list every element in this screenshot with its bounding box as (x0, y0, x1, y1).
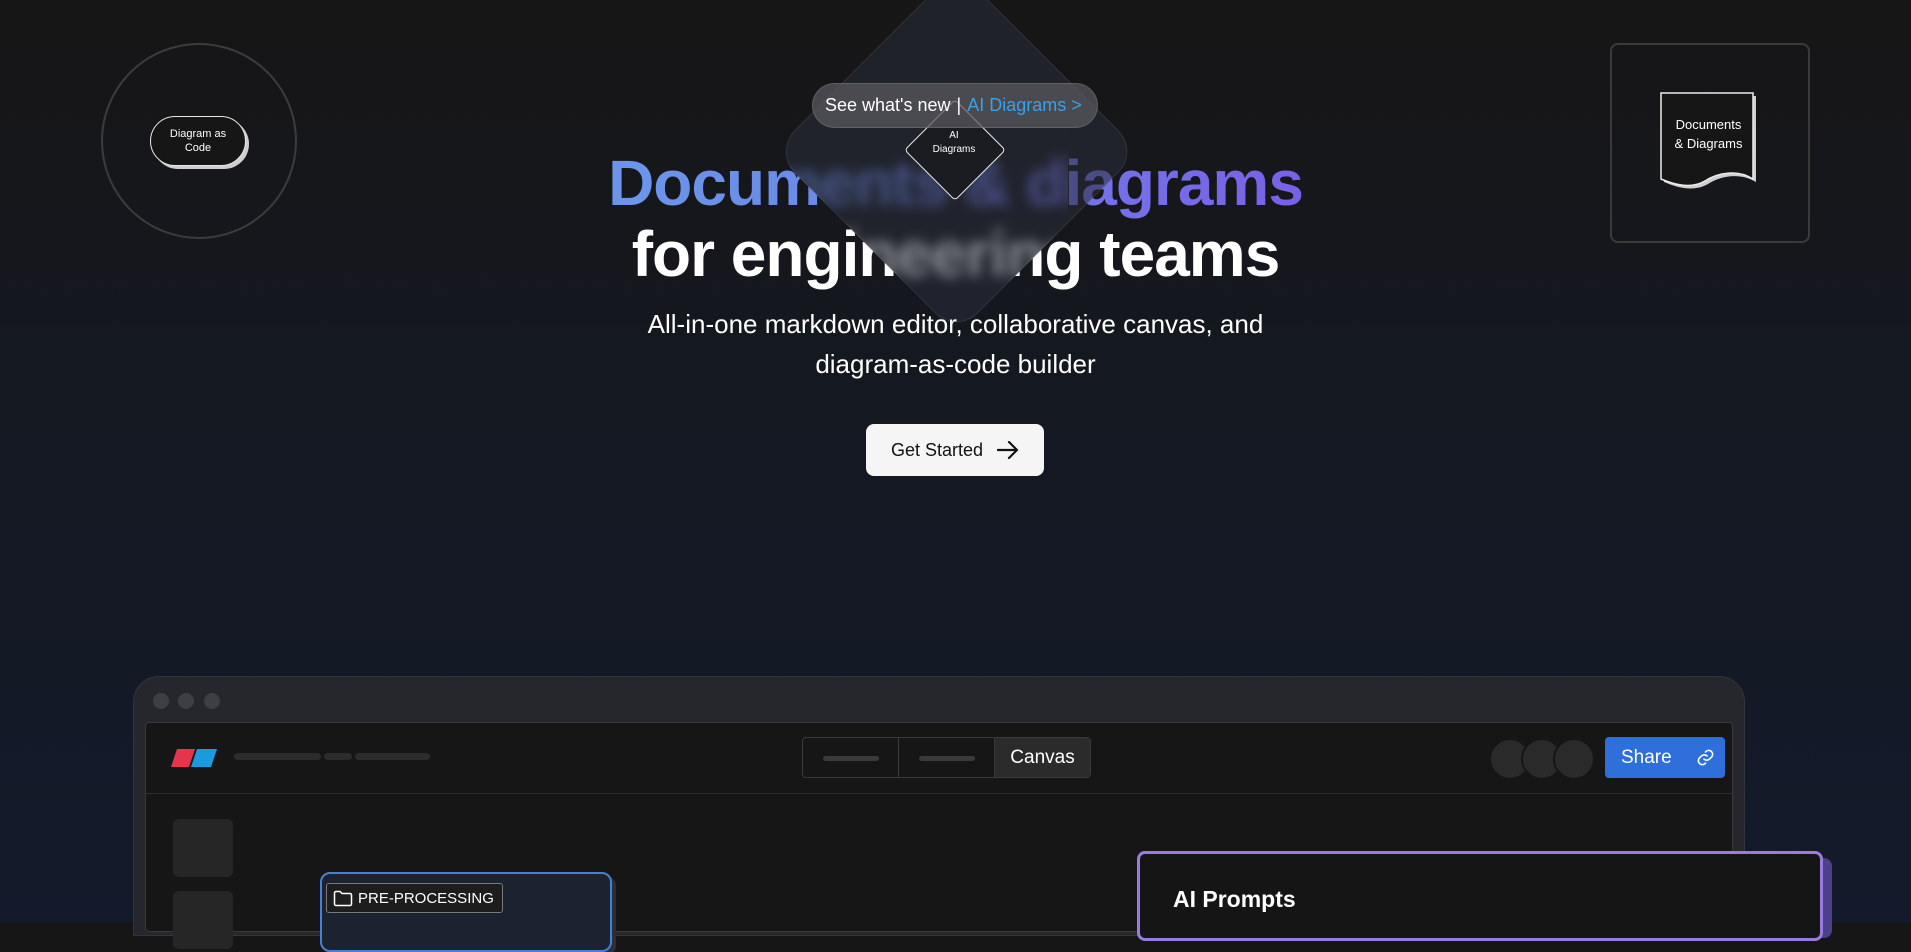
window-dot-close (153, 693, 169, 709)
announcement-link[interactable]: AI Diagrams > (967, 95, 1082, 116)
ai-diagrams-label: AI Diagrams (932, 130, 976, 155)
window-dot-maximize (204, 693, 220, 709)
view-tab-canvas[interactable]: Canvas (995, 738, 1090, 777)
hero-subtitle: All-in-one markdown editor, collaborativ… (647, 309, 1264, 379)
breadcrumb-placeholder (234, 753, 321, 760)
app-logo-icon (171, 749, 217, 767)
share-button[interactable]: Share (1605, 737, 1725, 778)
sidebar-item[interactable] (173, 891, 233, 949)
share-label: Share (1621, 746, 1672, 768)
window-dot-minimize (178, 693, 194, 709)
breadcrumb-placeholder (324, 753, 352, 760)
link-icon (1697, 749, 1714, 766)
avatar[interactable] (1553, 738, 1595, 780)
get-started-button[interactable]: Get Started (866, 424, 1044, 476)
announcement-pill[interactable]: See what's new | AI Diagrams > (812, 83, 1098, 128)
view-tab-both[interactable] (899, 738, 995, 777)
arrow-right-icon (997, 441, 1019, 459)
node-tag: PRE-PROCESSING (326, 883, 503, 913)
breadcrumb-placeholder (355, 753, 430, 760)
announcement-text: See what's new (825, 95, 951, 115)
announcement-separator: | (956, 95, 962, 115)
ai-prompts-title: AI Prompts (1173, 886, 1296, 912)
folder-icon (333, 890, 353, 906)
sidebar-item[interactable] (173, 819, 233, 877)
view-switcher: Canvas (802, 737, 1091, 778)
document-label-line1: Documents (1675, 117, 1742, 132)
get-started-label: Get Started (890, 439, 984, 460)
view-tab-document[interactable] (803, 738, 899, 777)
node-label: PRE-PROCESSING (358, 889, 494, 907)
